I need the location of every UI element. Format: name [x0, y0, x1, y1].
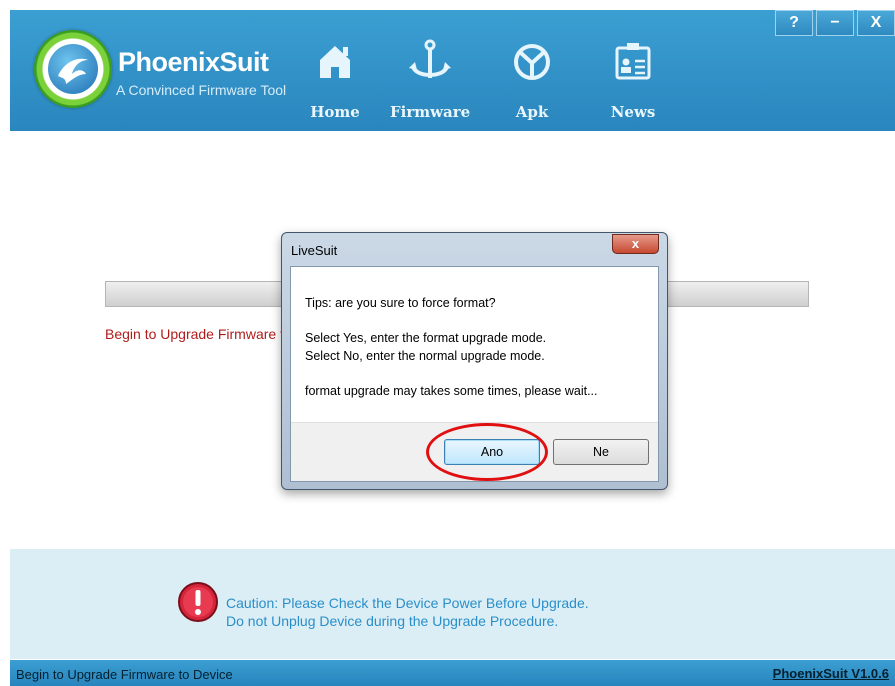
- caution-line-2: Do not Unplug Device during the Upgrade …: [226, 613, 559, 629]
- close-button[interactable]: X: [857, 10, 895, 36]
- dialog-body: Tips: are you sure to force format? Sele…: [290, 266, 659, 482]
- caution-line-1: Caution: Please Check the Device Power B…: [226, 595, 589, 611]
- status-bar: Begin to Upgrade Firmware to Device Phoe…: [10, 660, 895, 686]
- phoenix-bird-icon: [48, 44, 98, 94]
- nav-apk-label: Apk: [515, 103, 549, 121]
- dialog-yes-info: Select Yes, enter the format upgrade mod…: [305, 331, 547, 345]
- app-name: PhoenixSuit: [118, 47, 269, 77]
- status-message: Begin to Upgrade Firmware to Device: [16, 667, 233, 682]
- dialog-no-info: Select No, enter the normal upgrade mode…: [305, 349, 545, 363]
- yes-button[interactable]: Ano: [444, 439, 540, 465]
- window-controls: ? − X: [772, 10, 895, 36]
- news-icon: [615, 43, 651, 80]
- android-icon: [514, 44, 550, 80]
- nav-apk[interactable]: Apk: [492, 30, 572, 126]
- no-button[interactable]: Ne: [553, 439, 649, 465]
- help-button[interactable]: ?: [775, 10, 813, 36]
- dialog-question: Tips: are you sure to force format?: [305, 296, 496, 310]
- dialog-close-button[interactable]: x: [612, 234, 659, 254]
- nav-news[interactable]: News: [593, 30, 673, 126]
- nav-home-label: Home: [310, 103, 360, 121]
- minimize-button[interactable]: −: [816, 10, 854, 36]
- anchor-icon: [409, 39, 451, 78]
- warning-icon: [178, 582, 218, 622]
- version-link[interactable]: PhoenixSuit V1.0.6: [773, 666, 889, 681]
- dialog-title: LiveSuit: [291, 243, 338, 258]
- app-header: PhoenixSuit A Convinced Firmware Tool Ho…: [10, 10, 895, 131]
- nav-firmware[interactable]: Firmware: [390, 30, 470, 126]
- nav-news-label: News: [610, 103, 656, 121]
- nav-firmware-label: Firmware: [390, 103, 471, 121]
- app-tagline: A Convinced Firmware Tool: [116, 82, 287, 98]
- nav-home[interactable]: Home: [295, 30, 375, 126]
- caution-panel: Caution: Please Check the Device Power B…: [10, 549, 895, 659]
- phoenixsuit-logo: [34, 30, 112, 108]
- home-icon: [320, 46, 350, 78]
- dialog-button-bar: Ano Ne: [291, 422, 658, 481]
- dialog-wait-note: format upgrade may takes some times, ple…: [305, 384, 598, 398]
- livesuit-dialog: LiveSuit x Tips: are you sure to force f…: [281, 232, 668, 490]
